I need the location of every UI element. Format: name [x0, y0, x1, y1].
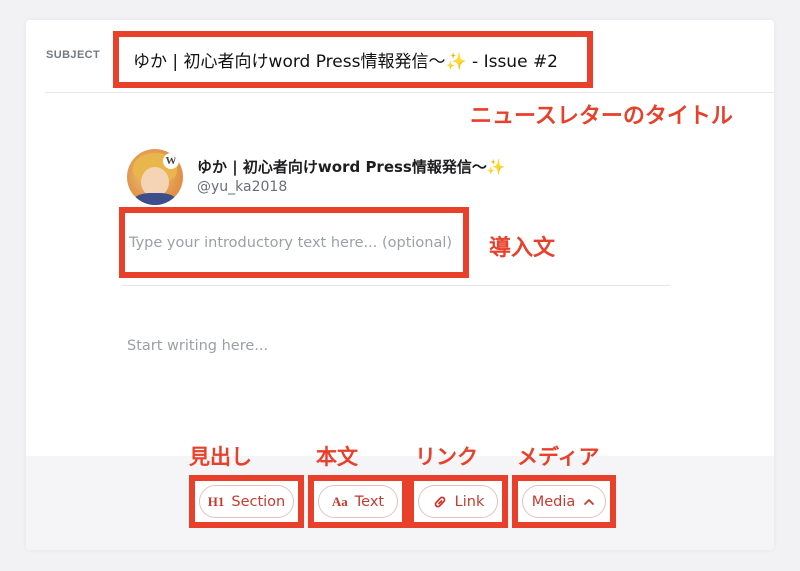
media-button-label: Media [531, 493, 576, 510]
heading-icon: H1 [207, 493, 225, 509]
text-button[interactable]: Aa Text [308, 475, 408, 528]
link-icon [432, 494, 448, 510]
subject-label: SUBJECT [46, 49, 101, 61]
wordpress-logo-icon: W [163, 153, 179, 169]
annotation-heading: 見出し [189, 445, 252, 469]
body-placeholder: Start writing here... [127, 338, 269, 354]
text-icon: Aa [331, 493, 348, 509]
intro-text-input[interactable]: Type your introductory text here... (opt… [119, 207, 469, 278]
subject-row: SUBJECT ゆか | 初心者向けword Press情報発信〜✨ - Iss… [26, 20, 774, 92]
annotation-link: リンク [415, 445, 478, 469]
avatar: W [127, 149, 183, 205]
media-button[interactable]: Media [512, 475, 616, 528]
annotation-newsletter-title: ニュースレターのタイトル [470, 104, 733, 129]
body-editor[interactable]: Start writing here... [127, 338, 268, 354]
text-button-label: Text [354, 493, 385, 510]
section-button[interactable]: H1 Section [189, 475, 304, 528]
annotation-intro: 導入文 [489, 236, 556, 261]
sender-handle: @yu_ka2018 [197, 179, 288, 195]
chevron-up-icon [582, 495, 596, 509]
section-button-label: Section [231, 493, 286, 510]
divider [45, 92, 774, 93]
annotation-body-text: 本文 [316, 445, 358, 469]
intro-placeholder: Type your introductory text here... (opt… [129, 234, 453, 251]
link-button-label: Link [454, 493, 485, 510]
annotation-media: メディア [517, 445, 600, 469]
sender-name: ゆか | 初心者向けword Press情報発信〜✨ [197, 158, 506, 176]
subject-value: ゆか | 初心者向けword Press情報発信〜✨ - Issue #2 [133, 52, 558, 72]
subject-input[interactable]: ゆか | 初心者向けword Press情報発信〜✨ - Issue #2 [113, 31, 593, 88]
link-button[interactable]: Link [408, 475, 508, 528]
divider [122, 285, 670, 286]
